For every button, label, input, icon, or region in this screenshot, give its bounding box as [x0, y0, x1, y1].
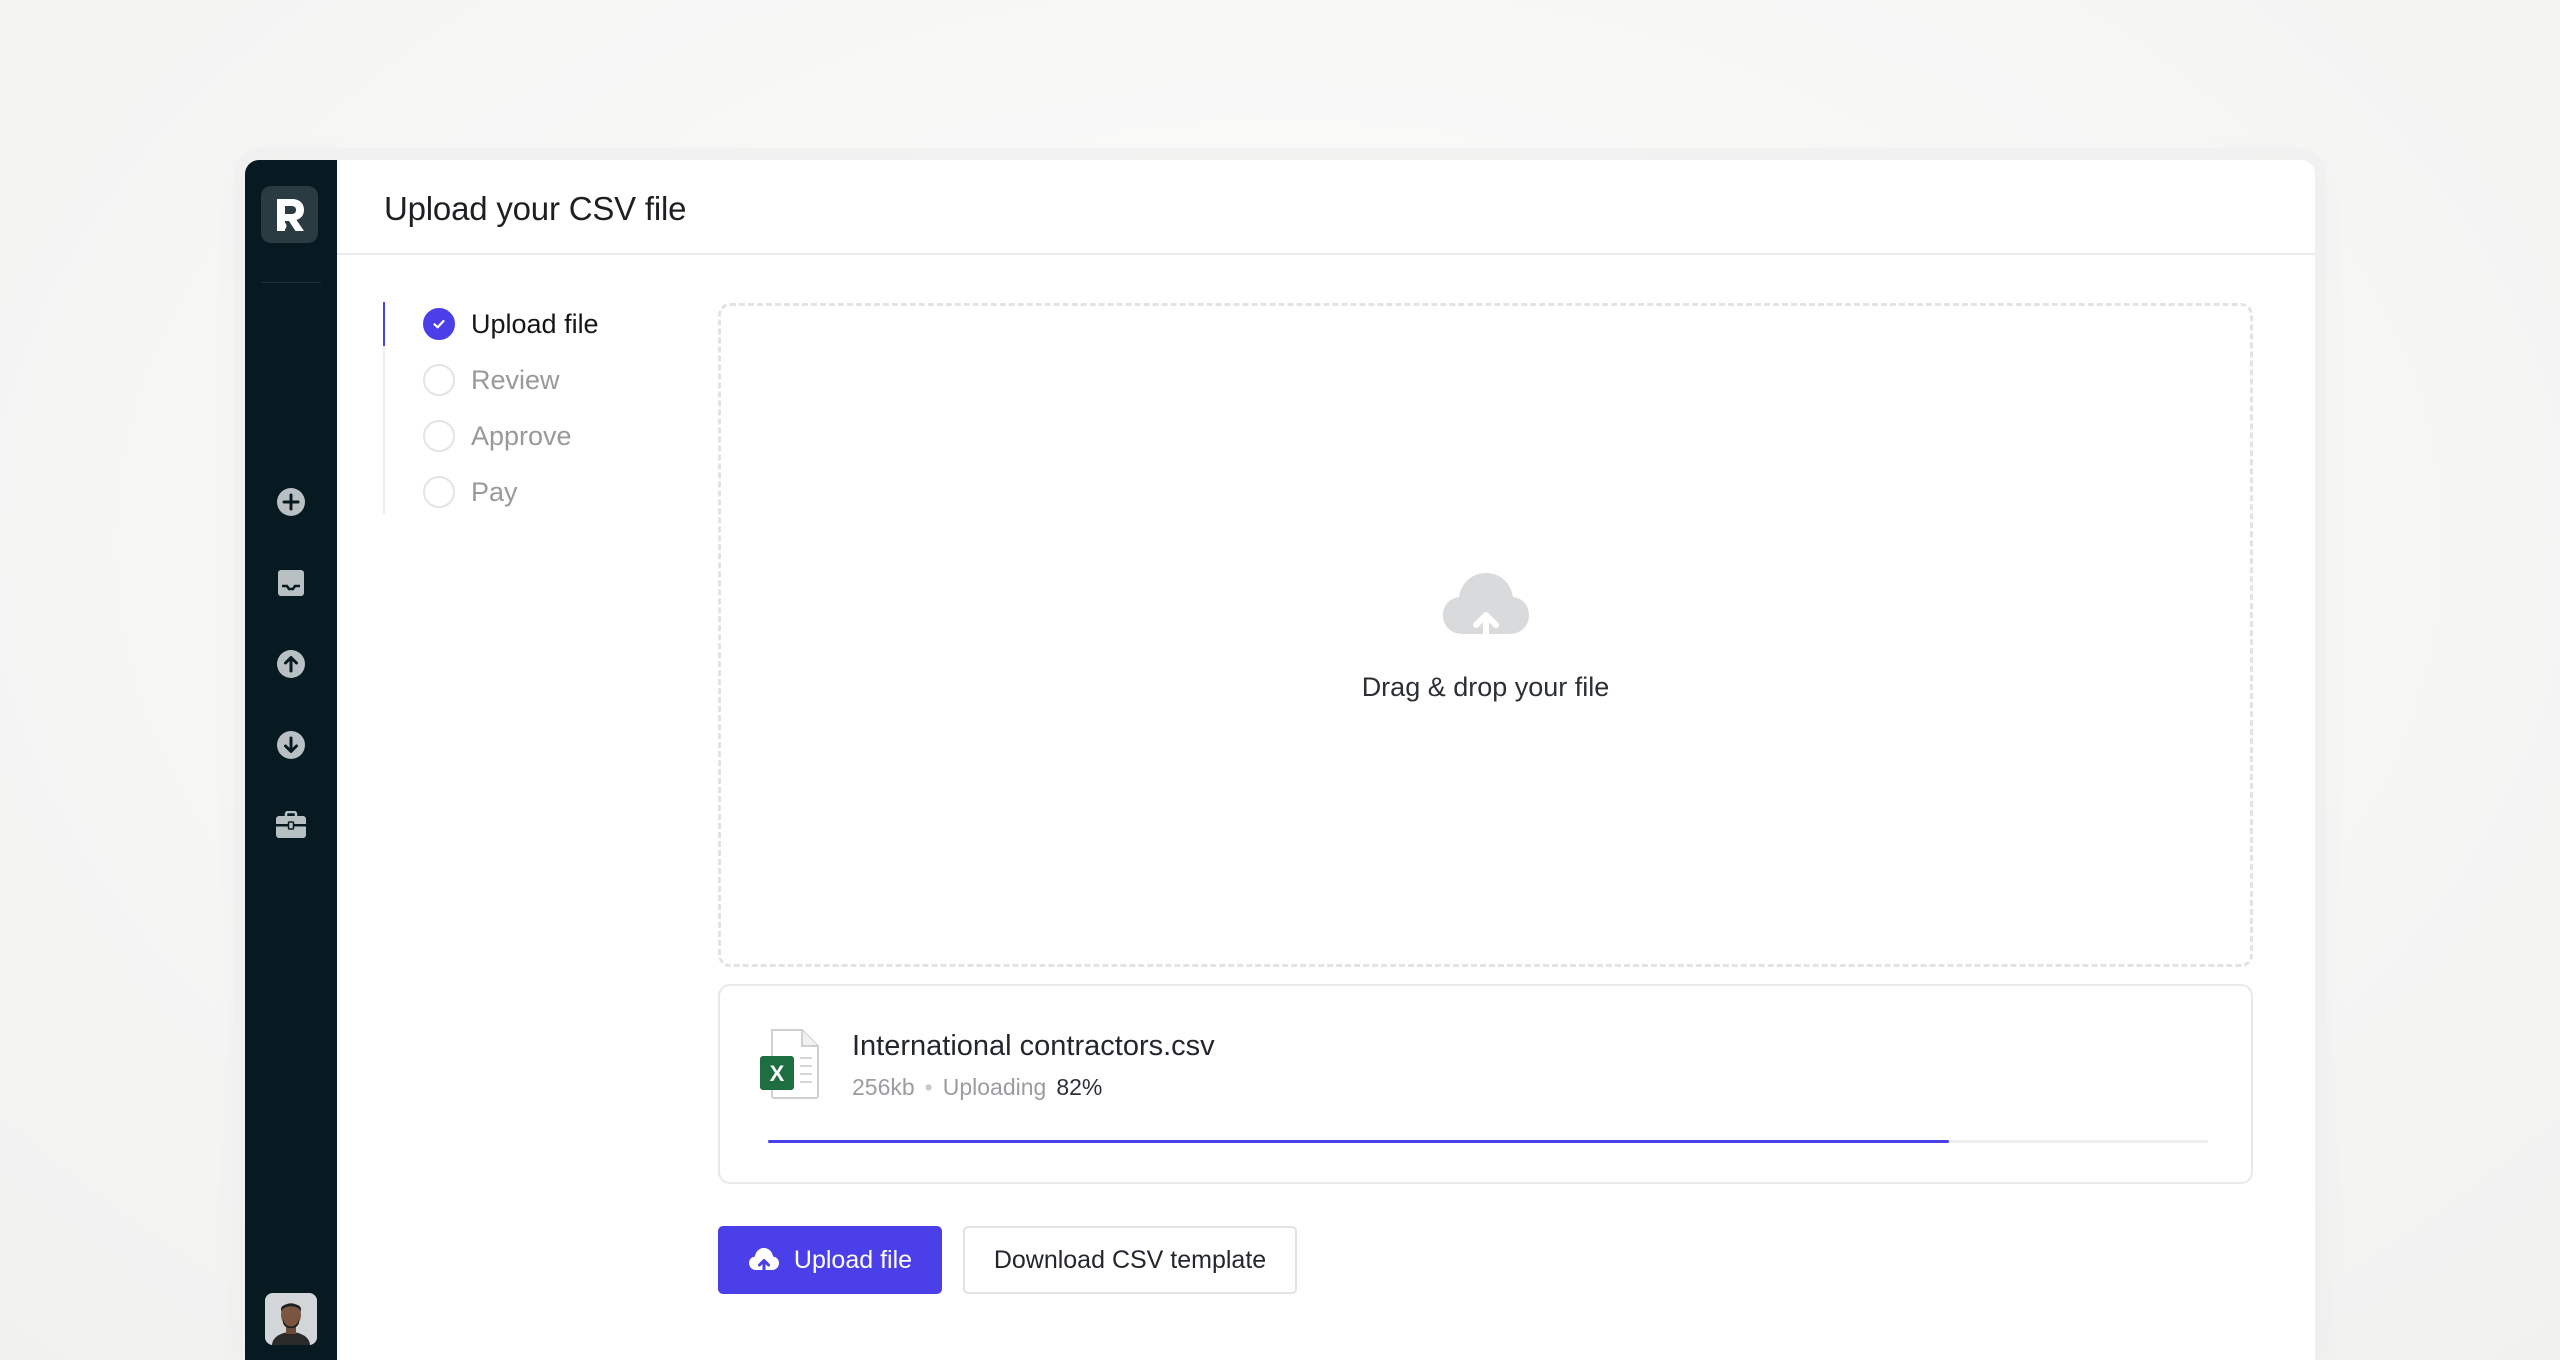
sidebar — [245, 160, 337, 1360]
step-approve[interactable]: Approve — [423, 418, 572, 454]
briefcase-icon — [276, 811, 306, 838]
app-window: Upload your CSV file Upload file Review … — [245, 160, 2315, 1360]
step-label: Upload file — [471, 308, 599, 339]
file-size: 256kb — [852, 1074, 915, 1100]
step-label: Review — [471, 364, 560, 395]
meta-separator: • — [924, 1074, 933, 1100]
cloud-upload-icon — [1442, 572, 1529, 646]
upload-percent: 82% — [1056, 1074, 1103, 1100]
step-pending-indicator — [423, 476, 455, 508]
download-button-label: Download CSV template — [993, 1245, 1267, 1274]
step-pay[interactable]: Pay — [423, 474, 518, 510]
sidebar-divider — [261, 282, 321, 283]
step-upload-file[interactable]: Upload file — [423, 306, 599, 342]
upload-file-card: X International contractors.csv 256kb • … — [718, 984, 2253, 1184]
avatar[interactable] — [265, 1293, 317, 1345]
sidebar-item-inbox[interactable] — [271, 563, 311, 603]
plus-circle-icon — [277, 488, 305, 516]
upload-button-label: Upload file — [793, 1245, 913, 1274]
logo-r-icon — [276, 198, 304, 231]
page-header: Upload your CSV file — [337, 160, 2315, 255]
page-title: Upload your CSV file — [384, 190, 687, 227]
check-icon — [433, 319, 445, 329]
sidebar-item-business[interactable] — [271, 805, 311, 845]
stepper-active-indicator — [383, 302, 385, 346]
step-label: Approve — [471, 420, 572, 451]
upload-file-button[interactable]: Upload file — [718, 1226, 942, 1294]
excel-file-icon: X — [760, 1029, 819, 1099]
user-avatar-image — [265, 1293, 317, 1345]
download-csv-template-button[interactable]: Download CSV template — [963, 1226, 1297, 1294]
upload-progress-bar — [768, 1140, 2208, 1143]
step-pending-indicator — [423, 420, 455, 452]
dropzone-label: Drag & drop your file — [1361, 671, 1610, 702]
excel-letter: X — [770, 1061, 785, 1086]
cloud-upload-icon — [748, 1248, 779, 1274]
upload-status: Uploading — [942, 1074, 1047, 1100]
file-name: International contractors.csv — [852, 1030, 1215, 1062]
inbox-icon — [278, 570, 304, 596]
app-logo[interactable] — [261, 186, 318, 243]
step-review[interactable]: Review — [423, 362, 560, 398]
step-label: Pay — [471, 476, 518, 507]
sidebar-item-receive[interactable] — [271, 725, 311, 765]
file-dropzone[interactable]: Drag & drop your file — [718, 303, 2253, 967]
upload-progress-fill — [768, 1140, 1949, 1143]
file-meta: 256kb • Uploading 82% — [852, 1074, 1102, 1101]
sidebar-item-send[interactable] — [271, 644, 311, 684]
download-circle-icon — [277, 731, 305, 759]
upload-circle-icon — [277, 650, 305, 678]
sidebar-item-create[interactable] — [271, 482, 311, 522]
step-complete-indicator — [423, 308, 455, 340]
step-pending-indicator — [423, 364, 455, 396]
